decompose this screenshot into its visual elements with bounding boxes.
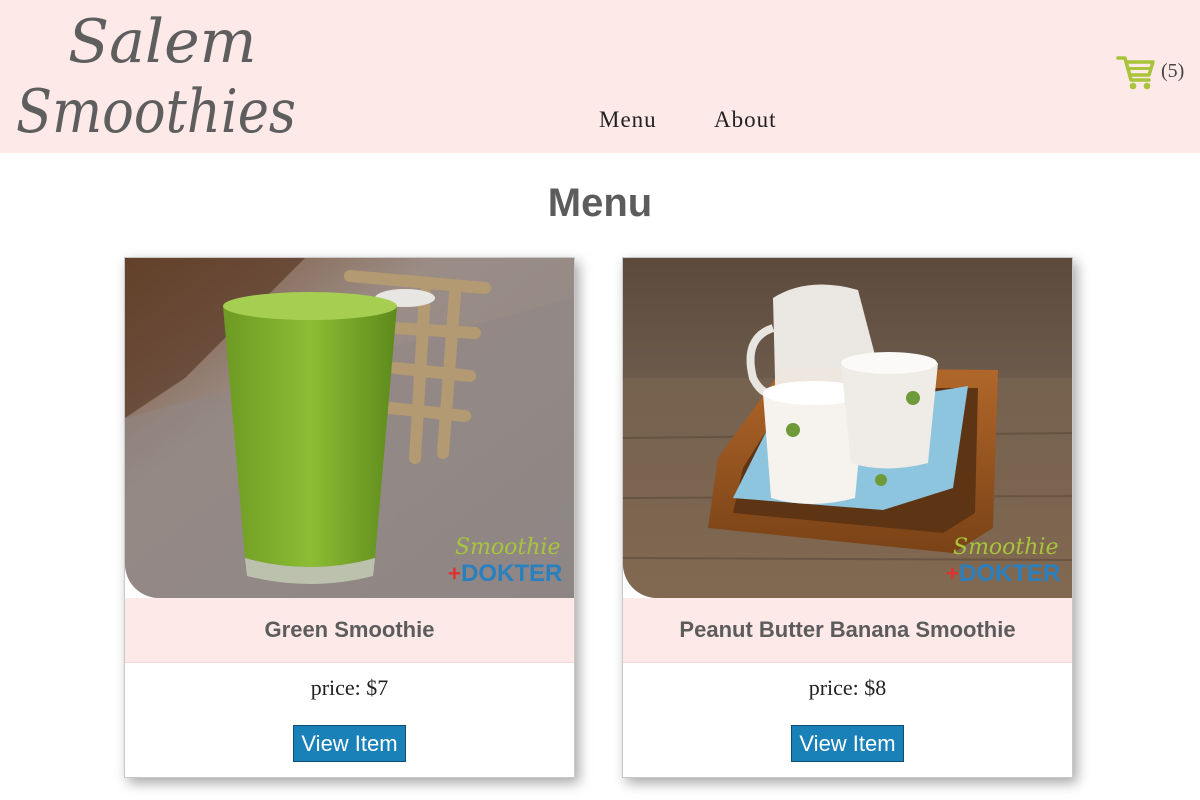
card-name-bar: Peanut Butter Banana Smoothie — [623, 598, 1072, 663]
item-name: Peanut Butter Banana Smoothie — [679, 617, 1016, 642]
cart-button[interactable]: (5) — [1116, 52, 1184, 92]
site-header: Salem Smoothies Menu About (5) — [0, 0, 1200, 153]
card-name-bar: Green Smoothie — [125, 598, 574, 663]
svg-text:Smoothie: Smoothie — [953, 535, 1059, 560]
cart-count: (5) — [1161, 59, 1185, 82]
svg-text:DOKTER: DOKTER — [461, 560, 562, 587]
svg-text:+: + — [946, 561, 959, 586]
svg-text:DOKTER: DOKTER — [959, 560, 1060, 587]
item-name: Green Smoothie — [264, 617, 435, 642]
svg-text:Smoothie: Smoothie — [455, 535, 561, 560]
nav-menu-link[interactable]: Menu — [599, 105, 657, 135]
peanut-butter-banana-smoothie-photo: Smoothie DOKTER + — [623, 258, 1072, 598]
item-price: price: $7 — [310, 675, 389, 700]
svg-text:+: + — [448, 561, 461, 586]
view-item-button[interactable]: View Item — [791, 725, 904, 762]
item-price: price: $8 — [808, 675, 887, 700]
shopping-cart-icon — [1116, 56, 1155, 90]
green-smoothie-photo: Smoothie DOKTER + — [125, 258, 574, 598]
page-title: Menu — [547, 181, 653, 225]
menu-item-card: Smoothie DOKTER + Green Smoothie price: … — [124, 257, 575, 778]
peanut-butter-banana-smoothie-image[interactable]: Smoothie DOKTER + — [623, 258, 1072, 598]
site-logo[interactable]: Salem Smoothies — [16, 0, 306, 150]
green-smoothie-image[interactable]: Smoothie DOKTER + — [125, 258, 574, 598]
svg-text:Salem: Salem — [68, 7, 256, 77]
nav-about-link[interactable]: About — [714, 105, 777, 135]
logo-wordmark: Salem Smoothies — [16, 7, 296, 147]
menu-item-card: Smoothie DOKTER + Peanut Butter Banana S… — [622, 257, 1073, 778]
view-item-button[interactable]: View Item — [293, 725, 406, 762]
svg-text:Smoothies: Smoothies — [16, 77, 296, 147]
